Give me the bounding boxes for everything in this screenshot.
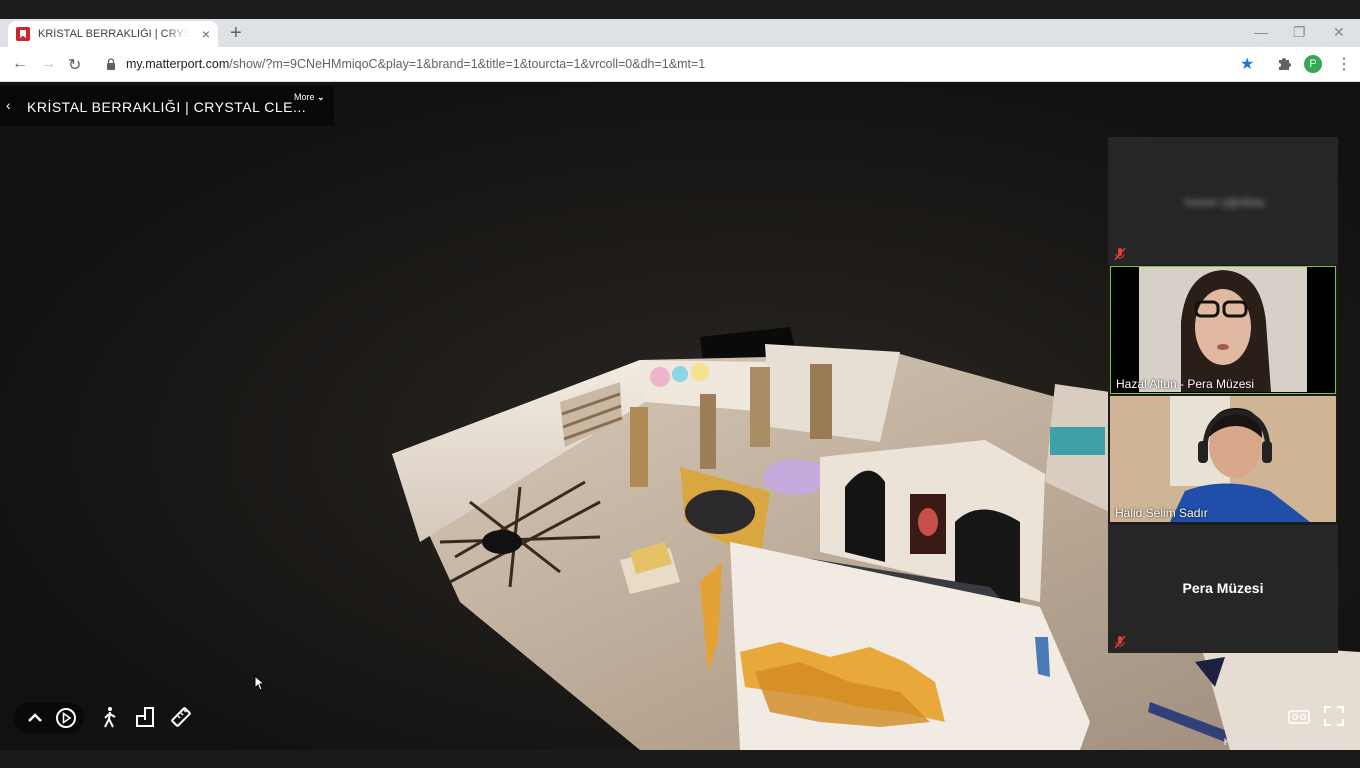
fullscreen-icon[interactable] [1324, 706, 1344, 726]
help-link[interactable]: Help [1224, 737, 1244, 747]
participant-video-frame [1110, 396, 1336, 522]
minimize-icon[interactable]: — [1254, 24, 1268, 40]
video-call-panel: hasan çiğnibay Hazal Altun - Pera Müzesi [1108, 137, 1338, 653]
mic-off-icon [1114, 247, 1126, 261]
walk-icon[interactable] [100, 706, 120, 728]
more-button[interactable]: More ⌄ [294, 92, 325, 103]
menu-icon[interactable]: ⋮ [1336, 54, 1352, 74]
matterport-link[interactable]: ⌐ Matterport [1292, 737, 1348, 747]
back-icon[interactable]: ← [12, 55, 28, 73]
mic-off-icon [1114, 635, 1126, 649]
participant-video-active-speaker: Hazal Altun - Pera Müzesi [1110, 266, 1336, 394]
chevron-up-icon[interactable] [26, 709, 44, 727]
forward-icon[interactable]: → [40, 55, 56, 73]
participant-name: Pera Müzesi [1182, 580, 1264, 596]
tab-bar: KRİSTAL BERRAKLIĞI | CRYSTAL C × + — ❐ ✕ [0, 19, 1360, 47]
vr-icon[interactable] [1288, 708, 1310, 726]
tour-title[interactable]: KRİSTAL BERRAKLIĞI | CRYSTAL CLE... [27, 99, 306, 115]
lock-icon[interactable] [106, 58, 116, 70]
tab-title: KRİSTAL BERRAKLIĞI | CRYSTAL C [38, 28, 188, 40]
extensions-icon[interactable] [1276, 55, 1292, 71]
participant-tile: hasan çiğnibay [1108, 137, 1338, 265]
participant-name: Halid Selim Sadır [1115, 506, 1208, 520]
browser-toolbar: ← → ↻ my.matterport.com/show/?m=9CNeHMmi… [0, 47, 1360, 82]
participant-name-blurred: hasan çiğnibay [1184, 195, 1266, 209]
bottom-strip [0, 750, 1360, 768]
speaker-video-frame [1139, 267, 1307, 392]
terms-link[interactable]: Terms [1259, 737, 1285, 747]
reload-icon[interactable]: ↻ [68, 55, 81, 75]
chevron-left-icon[interactable]: ‹ [6, 97, 11, 113]
play-icon[interactable] [55, 707, 77, 729]
measure-icon[interactable] [170, 706, 192, 728]
profile-avatar[interactable]: P [1304, 55, 1322, 73]
mouse-cursor [254, 675, 266, 691]
close-window-icon[interactable]: ✕ [1333, 24, 1345, 41]
separator: | [1249, 737, 1253, 747]
address-bar[interactable]: my.matterport.com/show/?m=9CNeHMmiqoC&pl… [126, 57, 705, 71]
close-tab-icon[interactable]: × [202, 26, 210, 42]
footer-links: Help | Terms ⌐ Matterport [1220, 737, 1348, 747]
participant-tile: Pera Müzesi [1108, 525, 1338, 653]
participant-name: Hazal Altun - Pera Müzesi [1116, 377, 1255, 391]
os-top-strip [0, 0, 1360, 19]
star-icon[interactable]: ★ [1240, 54, 1254, 74]
restore-icon[interactable]: ❐ [1293, 24, 1306, 41]
participant-video: Halid Selim Sadır [1110, 396, 1336, 522]
new-tab-icon[interactable]: + [230, 23, 242, 43]
browser-tab[interactable]: KRİSTAL BERRAKLIĞI | CRYSTAL C × [8, 21, 218, 47]
matterport-viewer[interactable]: ‹ KRİSTAL BERRAKLIĞI | CRYSTAL CLE... Mo… [0, 82, 1360, 750]
tour-title-bar: ‹ KRİSTAL BERRAKLIĞI | CRYSTAL CLE... Mo… [0, 86, 334, 126]
matterport-favicon-icon [16, 27, 30, 41]
floorplan-icon[interactable] [135, 706, 155, 728]
